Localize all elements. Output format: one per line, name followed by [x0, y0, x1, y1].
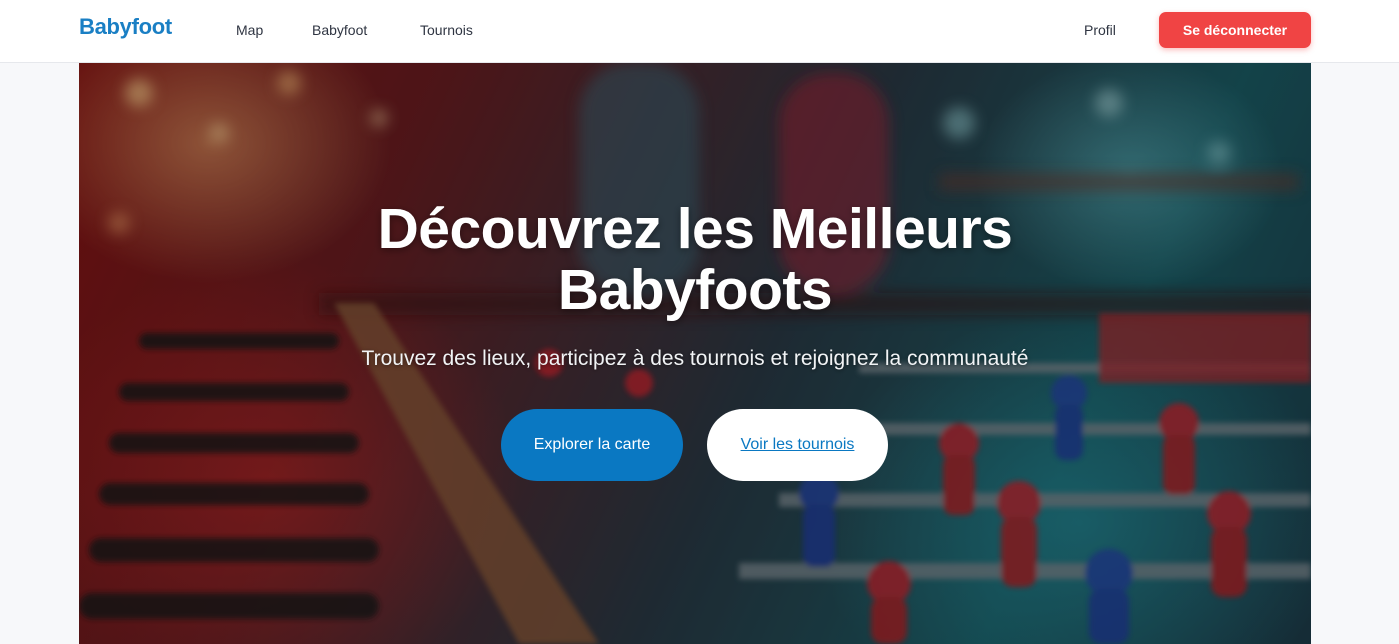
hero-content: Découvrez les Meilleurs Babyfoots Trouve…	[79, 63, 1311, 644]
top-navbar: Babyfoot Map Babyfoot Tournois Profil Se…	[0, 0, 1399, 63]
nav-link-babyfoot[interactable]: Babyfoot	[312, 22, 367, 38]
hero-title: Découvrez les Meilleurs Babyfoots	[377, 197, 1013, 322]
nav-link-profil[interactable]: Profil	[1084, 22, 1116, 38]
nav-link-map[interactable]: Map	[236, 22, 263, 38]
explore-map-button[interactable]: Explorer la carte	[501, 409, 683, 481]
brand-logo[interactable]: Babyfoot	[79, 14, 172, 40]
nav-link-tournois[interactable]: Tournois	[420, 22, 473, 38]
hero-section: Découvrez les Meilleurs Babyfoots Trouve…	[79, 63, 1311, 644]
view-tournaments-button[interactable]: Voir les tournois	[707, 409, 888, 481]
hero-subtitle: Trouvez des lieux, participez à des tour…	[361, 347, 1029, 370]
logout-button[interactable]: Se déconnecter	[1159, 12, 1311, 48]
